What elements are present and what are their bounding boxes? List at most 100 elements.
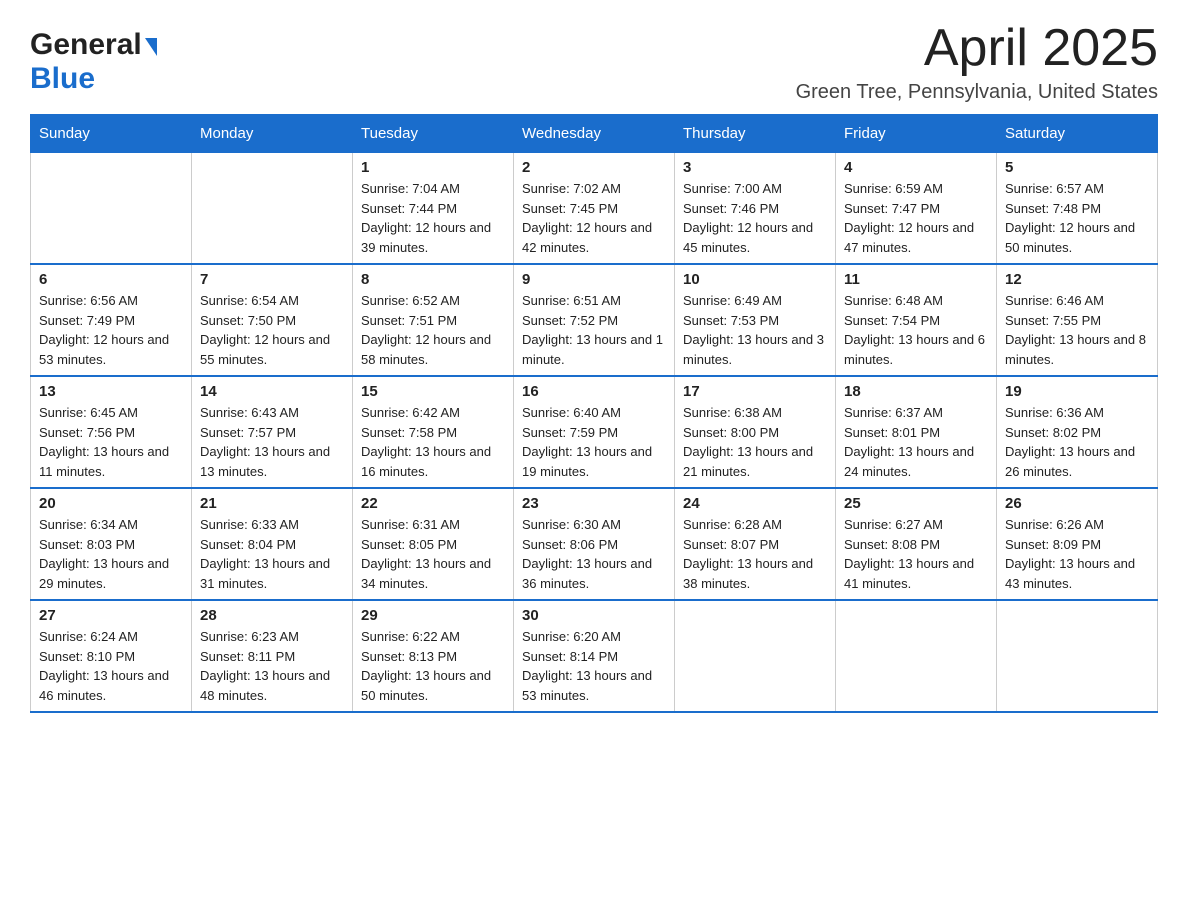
day-number: 8 bbox=[361, 271, 505, 288]
calendar-cell bbox=[997, 600, 1158, 712]
calendar-cell: 6Sunrise: 6:56 AMSunset: 7:49 PMDaylight… bbox=[31, 264, 192, 376]
day-info: Sunrise: 6:31 AMSunset: 8:05 PMDaylight:… bbox=[361, 515, 505, 593]
calendar-cell: 25Sunrise: 6:27 AMSunset: 8:08 PMDayligh… bbox=[836, 488, 997, 600]
day-info: Sunrise: 6:33 AMSunset: 8:04 PMDaylight:… bbox=[200, 515, 344, 593]
day-info: Sunrise: 6:59 AMSunset: 7:47 PMDaylight:… bbox=[844, 179, 988, 257]
page-header: General Blue April 2025 Green Tree, Penn… bbox=[30, 20, 1158, 104]
day-number: 11 bbox=[844, 271, 988, 288]
calendar-cell: 13 Sunrise: 6:45 AMSunset: 7:56 PMDayligh… bbox=[31, 376, 192, 488]
day-info: Sunrise: 6:36 AMSunset: 8:02 PMDaylight:… bbox=[1005, 403, 1149, 481]
location-title: Green Tree, Pennsylvania, United States bbox=[796, 81, 1158, 104]
day-number: 22 bbox=[361, 495, 505, 512]
calendar-cell: 20 Sunrise: 6:34 AMSunset: 8:03 PMDayligh… bbox=[31, 488, 192, 600]
day-number: 17 bbox=[683, 383, 827, 400]
day-number: 28 bbox=[200, 607, 344, 624]
calendar-cell: 26 Sunrise: 6:26 AMSunset: 8:09 PMDayligh… bbox=[997, 488, 1158, 600]
calendar-cell: 17 Sunrise: 6:38 AMSunset: 8:00 PMDayligh… bbox=[675, 376, 836, 488]
calendar-cell: 28 Sunrise: 6:23 AMSunset: 8:11 PMDayligh… bbox=[192, 600, 353, 712]
day-number: 1 bbox=[361, 159, 505, 176]
day-info: Sunrise: 6:40 AMSunset: 7:59 PMDaylight:… bbox=[522, 403, 666, 481]
day-info: Sunrise: 6:24 AMSunset: 8:10 PMDaylight:… bbox=[39, 627, 183, 705]
day-info: Sunrise: 7:00 AMSunset: 7:46 PMDaylight:… bbox=[683, 179, 827, 257]
day-number: 3 bbox=[683, 159, 827, 176]
calendar-cell bbox=[675, 600, 836, 712]
calendar-cell: 7 Sunrise: 6:54 AMSunset: 7:50 PMDaylight… bbox=[192, 264, 353, 376]
day-number: 29 bbox=[361, 607, 505, 624]
day-info: Sunrise: 6:54 AMSunset: 7:50 PMDaylight:… bbox=[200, 291, 344, 369]
calendar-cell: 3 Sunrise: 7:00 AMSunset: 7:46 PMDaylight… bbox=[675, 153, 836, 265]
day-info: Sunrise: 6:22 AMSunset: 8:13 PMDaylight:… bbox=[361, 627, 505, 705]
logo: General Blue bbox=[30, 28, 157, 96]
calendar-cell: 5 Sunrise: 6:57 AMSunset: 7:48 PMDaylight… bbox=[997, 153, 1158, 265]
logo-arrow-icon bbox=[145, 38, 157, 56]
day-info: Sunrise: 6:45 AMSunset: 7:56 PMDaylight:… bbox=[39, 403, 183, 481]
day-number: 7 bbox=[200, 271, 344, 288]
day-number: 16 bbox=[522, 383, 666, 400]
day-info: Sunrise: 6:23 AMSunset: 8:11 PMDaylight:… bbox=[200, 627, 344, 705]
day-number: 10 bbox=[683, 271, 827, 288]
calendar-cell bbox=[836, 600, 997, 712]
calendar-cell: 4 Sunrise: 6:59 AMSunset: 7:47 PMDaylight… bbox=[836, 153, 997, 265]
logo-blue-text: Blue bbox=[30, 62, 95, 95]
day-info: Sunrise: 6:28 AMSunset: 8:07 PMDaylight:… bbox=[683, 515, 827, 593]
day-info: Sunrise: 6:27 AMSunset: 8:08 PMDaylight:… bbox=[844, 515, 988, 593]
day-info: Sunrise: 6:56 AMSunset: 7:49 PMDaylight:… bbox=[39, 291, 183, 369]
day-number: 5 bbox=[1005, 159, 1149, 176]
weekday-header-saturday: Saturday bbox=[997, 115, 1158, 153]
day-info: Sunrise: 6:43 AMSunset: 7:57 PMDaylight:… bbox=[200, 403, 344, 481]
calendar-cell: 14 Sunrise: 6:43 AMSunset: 7:57 PMDayligh… bbox=[192, 376, 353, 488]
day-info: Sunrise: 6:51 AMSunset: 7:52 PMDaylight:… bbox=[522, 291, 666, 369]
day-info: Sunrise: 6:37 AMSunset: 8:01 PMDaylight:… bbox=[844, 403, 988, 481]
day-number: 4 bbox=[844, 159, 988, 176]
weekday-header-monday: Monday bbox=[192, 115, 353, 153]
calendar-cell: 1 Sunrise: 7:04 AMSunset: 7:44 PMDaylight… bbox=[353, 153, 514, 265]
calendar-cell bbox=[31, 153, 192, 265]
weekday-header-thursday: Thursday bbox=[675, 115, 836, 153]
calendar-cell: 23Sunrise: 6:30 AMSunset: 8:06 PMDayligh… bbox=[514, 488, 675, 600]
calendar-cell: 24 Sunrise: 6:28 AMSunset: 8:07 PMDayligh… bbox=[675, 488, 836, 600]
calendar-cell: 11Sunrise: 6:48 AMSunset: 7:54 PMDayligh… bbox=[836, 264, 997, 376]
day-info: Sunrise: 6:46 AMSunset: 7:55 PMDaylight:… bbox=[1005, 291, 1149, 369]
day-number: 12 bbox=[1005, 271, 1149, 288]
day-info: Sunrise: 6:38 AMSunset: 8:00 PMDaylight:… bbox=[683, 403, 827, 481]
calendar-cell: 19 Sunrise: 6:36 AMSunset: 8:02 PMDayligh… bbox=[997, 376, 1158, 488]
calendar-table: SundayMondayTuesdayWednesdayThursdayFrid… bbox=[30, 114, 1158, 713]
calendar-week-row: 27 Sunrise: 6:24 AMSunset: 8:10 PMDayligh… bbox=[31, 600, 1158, 712]
day-info: Sunrise: 6:30 AMSunset: 8:06 PMDaylight:… bbox=[522, 515, 666, 593]
calendar-week-row: 20 Sunrise: 6:34 AMSunset: 8:03 PMDayligh… bbox=[31, 488, 1158, 600]
day-number: 26 bbox=[1005, 495, 1149, 512]
day-number: 30 bbox=[522, 607, 666, 624]
calendar-cell: 12 Sunrise: 6:46 AMSunset: 7:55 PMDayligh… bbox=[997, 264, 1158, 376]
calendar-cell: 22 Sunrise: 6:31 AMSunset: 8:05 PMDayligh… bbox=[353, 488, 514, 600]
calendar-cell: 16 Sunrise: 6:40 AMSunset: 7:59 PMDayligh… bbox=[514, 376, 675, 488]
day-number: 13 bbox=[39, 383, 183, 400]
calendar-cell: 29 Sunrise: 6:22 AMSunset: 8:13 PMDayligh… bbox=[353, 600, 514, 712]
day-info: Sunrise: 6:20 AMSunset: 8:14 PMDaylight:… bbox=[522, 627, 666, 705]
day-info: Sunrise: 6:42 AMSunset: 7:58 PMDaylight:… bbox=[361, 403, 505, 481]
calendar-cell: 21 Sunrise: 6:33 AMSunset: 8:04 PMDayligh… bbox=[192, 488, 353, 600]
day-number: 27 bbox=[39, 607, 183, 624]
calendar-week-row: 1 Sunrise: 7:04 AMSunset: 7:44 PMDaylight… bbox=[31, 153, 1158, 265]
calendar-cell: 18 Sunrise: 6:37 AMSunset: 8:01 PMDayligh… bbox=[836, 376, 997, 488]
weekday-header-friday: Friday bbox=[836, 115, 997, 153]
day-number: 21 bbox=[200, 495, 344, 512]
day-info: Sunrise: 6:34 AMSunset: 8:03 PMDaylight:… bbox=[39, 515, 183, 593]
calendar-week-row: 13 Sunrise: 6:45 AMSunset: 7:56 PMDayligh… bbox=[31, 376, 1158, 488]
day-number: 14 bbox=[200, 383, 344, 400]
day-number: 20 bbox=[39, 495, 183, 512]
day-info: Sunrise: 7:04 AMSunset: 7:44 PMDaylight:… bbox=[361, 179, 505, 257]
calendar-cell: 30 Sunrise: 6:20 AMSunset: 8:14 PMDayligh… bbox=[514, 600, 675, 712]
day-info: Sunrise: 6:26 AMSunset: 8:09 PMDaylight:… bbox=[1005, 515, 1149, 593]
day-number: 19 bbox=[1005, 383, 1149, 400]
day-number: 9 bbox=[522, 271, 666, 288]
day-number: 24 bbox=[683, 495, 827, 512]
calendar-week-row: 6Sunrise: 6:56 AMSunset: 7:49 PMDaylight… bbox=[31, 264, 1158, 376]
day-info: Sunrise: 6:57 AMSunset: 7:48 PMDaylight:… bbox=[1005, 179, 1149, 257]
day-info: Sunrise: 6:49 AMSunset: 7:53 PMDaylight:… bbox=[683, 291, 827, 369]
day-number: 18 bbox=[844, 383, 988, 400]
calendar-cell bbox=[192, 153, 353, 265]
title-block: April 2025 Green Tree, Pennsylvania, Uni… bbox=[796, 20, 1158, 104]
calendar-cell: 10 Sunrise: 6:49 AMSunset: 7:53 PMDayligh… bbox=[675, 264, 836, 376]
calendar-cell: 15Sunrise: 6:42 AMSunset: 7:58 PMDayligh… bbox=[353, 376, 514, 488]
weekday-header-wednesday: Wednesday bbox=[514, 115, 675, 153]
